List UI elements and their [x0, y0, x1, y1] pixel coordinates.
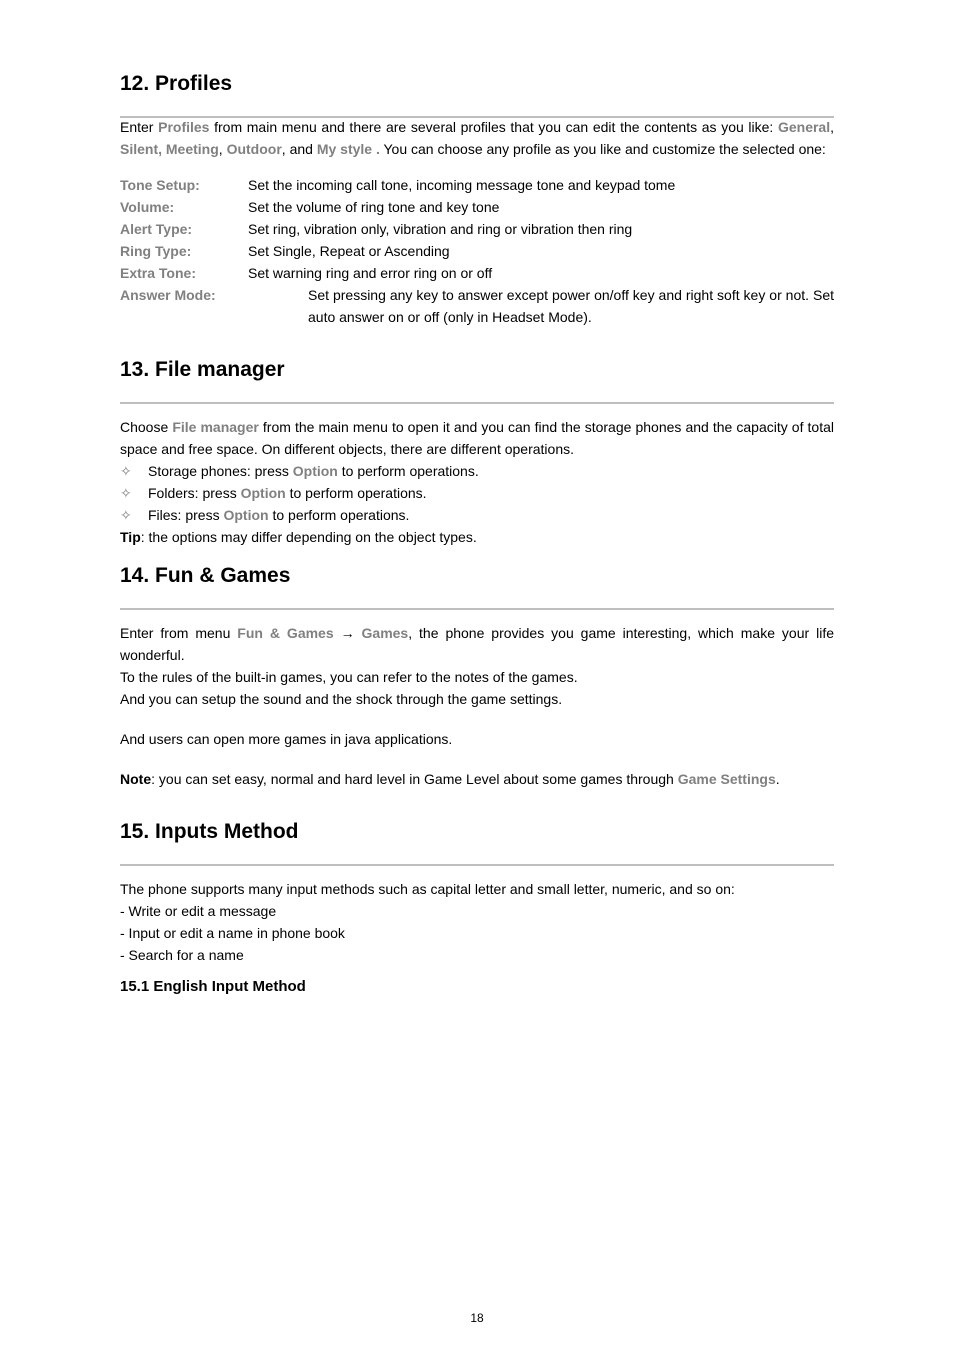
def-row-alert-type: Alert Type: Set ring, vibration only, vi… [120, 218, 834, 240]
section-15-l1: - Write or edit a message [120, 900, 834, 922]
def-label: Ring Type: [120, 240, 248, 262]
text: to perform operations. [286, 485, 427, 501]
keyword-mystyle: My style . [317, 141, 380, 157]
keyword-games: Games [362, 625, 409, 641]
section-15-p1: The phone supports many input methods su… [120, 878, 834, 900]
def-row-tone-setup: Tone Setup: Set the incoming call tone, … [120, 174, 834, 196]
section-12-title: 12. Profiles [120, 72, 834, 100]
def-row-ring-type: Ring Type: Set Single, Repeat or Ascendi… [120, 240, 834, 262]
text: Choose [120, 419, 172, 435]
keyword-outdoor: Outdoor [227, 141, 282, 157]
text: Storage phones: press [148, 463, 293, 479]
tip-label: Tip [120, 529, 141, 545]
def-label: Tone Setup: [120, 174, 248, 196]
keyword-fun-and-games: Fun & Games [237, 625, 333, 641]
section-13-para: Choose File manager from the main menu t… [120, 416, 834, 460]
text: , [219, 141, 227, 157]
section-14-rule [120, 608, 834, 610]
page: 12. Profiles Enter Profiles from main me… [0, 0, 954, 1351]
bullet-folders: Folders: press Option to perform operati… [120, 482, 834, 504]
text: : the options may differ depending on th… [141, 529, 477, 545]
section-13-title: 13. File manager [120, 358, 834, 386]
def-value-line1: Set pressing any key to answer except po… [278, 284, 834, 328]
text: Folders: press [148, 485, 241, 501]
text: Enter [120, 119, 158, 135]
note-label: Note [120, 771, 151, 787]
def-value: Set ring, vibration only, vibration and … [248, 218, 834, 240]
def-row-volume: Volume: Set the volume of ring tone and … [120, 196, 834, 218]
def-label: Answer Mode: [120, 284, 248, 328]
def-label: Alert Type: [120, 218, 248, 240]
bullet-files: Files: press Option to perform operation… [120, 504, 834, 526]
text: to perform operations. [269, 507, 410, 523]
section-14-p1: Enter from menu Fun & Games → Games, the… [120, 622, 834, 666]
text: : you can set easy, normal and hard leve… [151, 771, 678, 787]
keyword-silent-meeting: Silent, Meeting [120, 141, 219, 157]
def-row-extra-tone: Extra Tone: Set warning ring and error r… [120, 262, 834, 284]
text: , [830, 119, 834, 135]
section-14-p2: To the rules of the built-in games, you … [120, 666, 834, 688]
def-label: Volume: [120, 196, 248, 218]
section-14-note: Note: you can set easy, normal and hard … [120, 768, 834, 790]
keyword-profiles: Profiles [158, 119, 209, 135]
bullet-storage: Storage phones: press Option to perform … [120, 460, 834, 482]
def-value: Set the volume of ring tone and key tone [248, 196, 834, 218]
keyword-option: Option [293, 463, 338, 479]
text: You can choose any profile as you like a… [380, 141, 826, 157]
page-number: 18 [0, 1311, 954, 1325]
keyword-option: Option [223, 507, 268, 523]
text: to perform operations. [338, 463, 479, 479]
section-15-title: 15. Inputs Method [120, 820, 834, 848]
text: . [776, 771, 780, 787]
def-row-answer-mode: Answer Mode: Set pressing any key to ans… [120, 284, 834, 328]
text: Files: press [148, 507, 223, 523]
section-13-rule [120, 402, 834, 404]
arrow-icon: → [334, 625, 362, 641]
keyword-file-manager: File manager [172, 419, 259, 435]
section-12-intro: Enter Profiles from main menu and there … [120, 116, 834, 160]
section-14-p4: And users can open more games in java ap… [120, 728, 834, 750]
text: Enter from menu [120, 625, 237, 641]
section-15-rule [120, 864, 834, 866]
section-13-tip: Tip: the options may differ depending on… [120, 526, 834, 548]
text: , and [282, 141, 317, 157]
def-value: Set Single, Repeat or Ascending [248, 240, 834, 262]
section-15-l3: - Search for a name [120, 944, 834, 966]
def-value: Set warning ring and error ring on or of… [248, 262, 834, 284]
section-14-p3: And you can setup the sound and the shoc… [120, 688, 834, 710]
def-value: Set the incoming call tone, incoming mes… [248, 174, 834, 196]
section-14-title: 14. Fun & Games [120, 564, 834, 592]
keyword-game-settings: Game Settings [678, 771, 776, 787]
keyword-option: Option [241, 485, 286, 501]
def-label: Extra Tone: [120, 262, 248, 284]
keyword-general: General [778, 119, 830, 135]
text: from main menu and there are several pro… [209, 119, 778, 135]
section-15-1-title: 15.1 English Input Method [120, 978, 834, 995]
section-15-l2: - Input or edit a name in phone book [120, 922, 834, 944]
